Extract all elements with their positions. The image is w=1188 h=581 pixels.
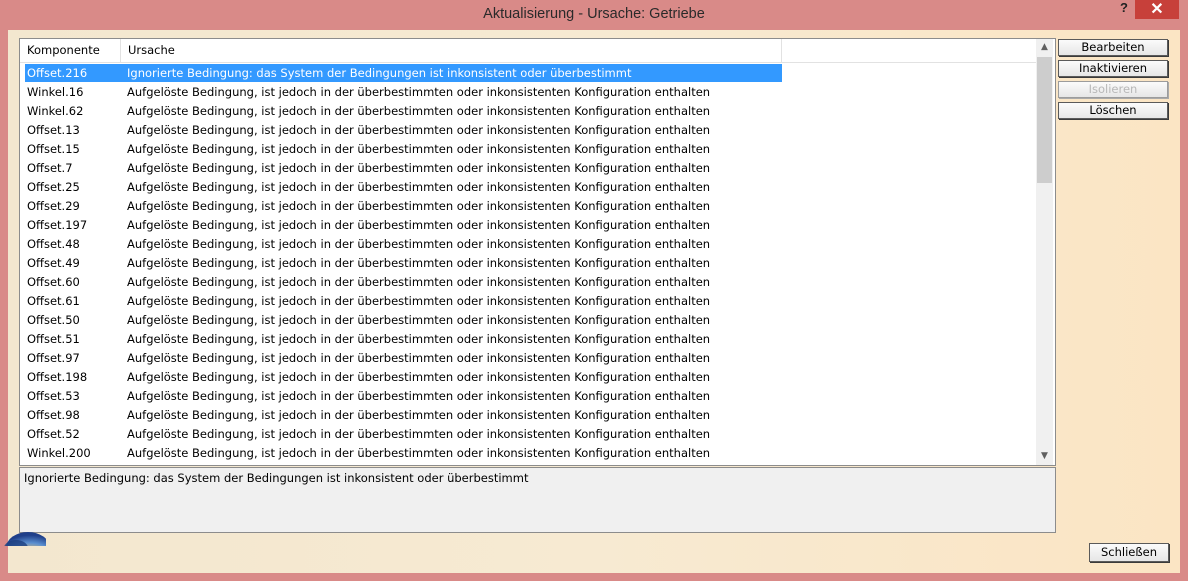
cell-component: Offset.7	[27, 161, 73, 175]
cause-list[interactable]: Komponente Ursache Offset.216 Ignorierte …	[19, 38, 1056, 466]
cell-cause: Aufgelöste Bedingung, ist jedoch in der …	[127, 389, 711, 403]
cell-cause: Aufgelöste Bedingung, ist jedoch in der …	[127, 104, 711, 118]
cell-component: Winkel.16	[27, 85, 84, 99]
cell-cause: Aufgelöste Bedingung, ist jedoch in der …	[127, 142, 711, 156]
cell-cause: Aufgelöste Bedingung, ist jedoch in der …	[127, 351, 711, 365]
cell-component: Winkel.62	[27, 104, 84, 118]
column-header-component[interactable]: Komponente	[20, 39, 121, 62]
list-header: Komponente Ursache	[20, 39, 1036, 63]
table-row[interactable]: Offset.29 Aufgelöste Bedingung, ist jedoc…	[25, 197, 1035, 216]
table-row[interactable]: Offset.25 Aufgelöste Bedingung, ist jedoc…	[25, 178, 1035, 197]
cell-component: Offset.197	[27, 218, 88, 232]
detail-panel: Ignorierte Bedingung: das System der Bed…	[19, 467, 1056, 533]
table-row[interactable]: Winkel.200 Aufgelöste Bedingung, ist jedo…	[25, 444, 1035, 463]
cell-component: Offset.60	[27, 275, 80, 289]
cell-component: Offset.48	[27, 237, 80, 251]
delete-button[interactable]: Löschen	[1058, 102, 1168, 119]
cell-component: Offset.97	[27, 351, 80, 365]
window-title: Aktualisierung - Ursache: Getriebe	[483, 6, 705, 22]
cell-cause: Ignorierte Bedingung: das System der Bed…	[127, 66, 632, 80]
cell-cause: Aufgelöste Bedingung, ist jedoch in der …	[127, 180, 711, 194]
cell-cause: Aufgelöste Bedingung, ist jedoch in der …	[127, 199, 711, 213]
cell-cause: Aufgelöste Bedingung, ist jedoch in der …	[127, 427, 711, 441]
close-window-button[interactable]: ✕	[1135, 0, 1179, 19]
cell-component: Offset.216	[27, 66, 88, 80]
cell-component: Offset.98	[27, 408, 80, 422]
cell-cause: Aufgelöste Bedingung, ist jedoch in der …	[127, 218, 711, 232]
dialog-window: Aktualisierung - Ursache: Getriebe ? ✕ K…	[0, 0, 1188, 581]
edit-button[interactable]: Bearbeiten	[1058, 39, 1168, 56]
close-dialog-button[interactable]: Schließen	[1089, 543, 1169, 562]
cell-component: Offset.51	[27, 332, 80, 346]
cell-cause: Aufgelöste Bedingung, ist jedoch in der …	[127, 370, 711, 384]
vertical-scrollbar[interactable]: ▲ ▼	[1036, 39, 1053, 465]
cell-cause: Aufgelöste Bedingung, ist jedoch in der …	[127, 123, 711, 137]
column-header-cause[interactable]: Ursache	[121, 39, 782, 62]
table-row[interactable]: Offset.197 Aufgelöste Bedingung, ist jedo…	[25, 216, 1035, 235]
cell-component: Offset.53	[27, 389, 80, 403]
table-row[interactable]: Offset.198 Aufgelöste Bedingung, ist jedo…	[25, 368, 1035, 387]
cell-component: Offset.29	[27, 199, 80, 213]
cell-cause: Aufgelöste Bedingung, ist jedoch in der …	[127, 294, 711, 308]
cell-component: Offset.50	[27, 313, 80, 327]
table-row[interactable]: Offset.50 Aufgelöste Bedingung, ist jedoc…	[25, 311, 1035, 330]
table-row[interactable]: Offset.48 Aufgelöste Bedingung, ist jedoc…	[25, 235, 1035, 254]
cell-component: Offset.13	[27, 123, 80, 137]
cell-component: Offset.15	[27, 142, 80, 156]
table-row[interactable]: Winkel.62 Aufgelöste Bedingung, ist jedoc…	[25, 102, 1035, 121]
table-row[interactable]: Offset.15 Aufgelöste Bedingung, ist jedoc…	[25, 140, 1035, 159]
app-logo-icon	[0, 518, 46, 546]
dialog-client-area: Komponente Ursache Offset.216 Ignorierte …	[8, 30, 1180, 573]
detail-text: Ignorierte Bedingung: das System der Bed…	[24, 471, 529, 485]
list-rows: Offset.216 Ignorierte Bedingung: das Syst…	[25, 64, 1035, 463]
table-row[interactable]: Offset.60 Aufgelöste Bedingung, ist jedoc…	[25, 273, 1035, 292]
chevron-up-icon[interactable]: ▲	[1036, 39, 1053, 56]
title-bar[interactable]: Aktualisierung - Ursache: Getriebe ? ✕	[0, 0, 1188, 30]
cell-cause: Aufgelöste Bedingung, ist jedoch in der …	[127, 256, 711, 270]
cell-component: Winkel.200	[27, 446, 91, 460]
table-row[interactable]: Winkel.16 Aufgelöste Bedingung, ist jedoc…	[25, 83, 1035, 102]
table-row[interactable]: Offset.98 Aufgelöste Bedingung, ist jedoc…	[25, 406, 1035, 425]
table-row[interactable]: Offset.51 Aufgelöste Bedingung, ist jedoc…	[25, 330, 1035, 349]
table-row[interactable]: Offset.97 Aufgelöste Bedingung, ist jedoc…	[25, 349, 1035, 368]
cell-cause: Aufgelöste Bedingung, ist jedoch in der …	[127, 161, 711, 175]
cell-cause: Aufgelöste Bedingung, ist jedoch in der …	[127, 275, 711, 289]
cell-component: Offset.61	[27, 294, 80, 308]
cell-cause: Aufgelöste Bedingung, ist jedoch in der …	[127, 237, 711, 251]
cell-cause: Aufgelöste Bedingung, ist jedoch in der …	[127, 446, 711, 460]
help-button[interactable]: ?	[1112, 0, 1136, 18]
close-icon: ✕	[1150, 1, 1164, 18]
table-row[interactable]: Offset.61 Aufgelöste Bedingung, ist jedoc…	[25, 292, 1035, 311]
cell-cause: Aufgelöste Bedingung, ist jedoch in der …	[127, 85, 711, 99]
cell-component: Offset.198	[27, 370, 88, 384]
isolate-button: Isolieren	[1058, 81, 1168, 98]
table-row[interactable]: Offset.53 Aufgelöste Bedingung, ist jedoc…	[25, 387, 1035, 406]
deactivate-button[interactable]: Inaktivieren	[1058, 60, 1168, 77]
table-row[interactable]: Offset.52 Aufgelöste Bedingung, ist jedoc…	[25, 425, 1035, 444]
chevron-down-icon[interactable]: ▼	[1036, 448, 1053, 465]
cell-cause: Aufgelöste Bedingung, ist jedoch in der …	[127, 313, 711, 327]
table-row[interactable]: Offset.49 Aufgelöste Bedingung, ist jedoc…	[25, 254, 1035, 273]
cell-cause: Aufgelöste Bedingung, ist jedoch in der …	[127, 408, 711, 422]
scrollbar-thumb[interactable]	[1037, 57, 1052, 183]
cell-cause: Aufgelöste Bedingung, ist jedoch in der …	[127, 332, 711, 346]
table-row[interactable]: Offset.7 Aufgelöste Bedingung, ist jedoch…	[25, 159, 1035, 178]
table-row[interactable]: Offset.216 Ignorierte Bedingung: das Syst…	[25, 64, 1035, 83]
cell-component: Offset.52	[27, 427, 80, 441]
table-row[interactable]: Offset.13 Aufgelöste Bedingung, ist jedoc…	[25, 121, 1035, 140]
cell-component: Offset.49	[27, 256, 80, 270]
cell-component: Offset.25	[27, 180, 80, 194]
